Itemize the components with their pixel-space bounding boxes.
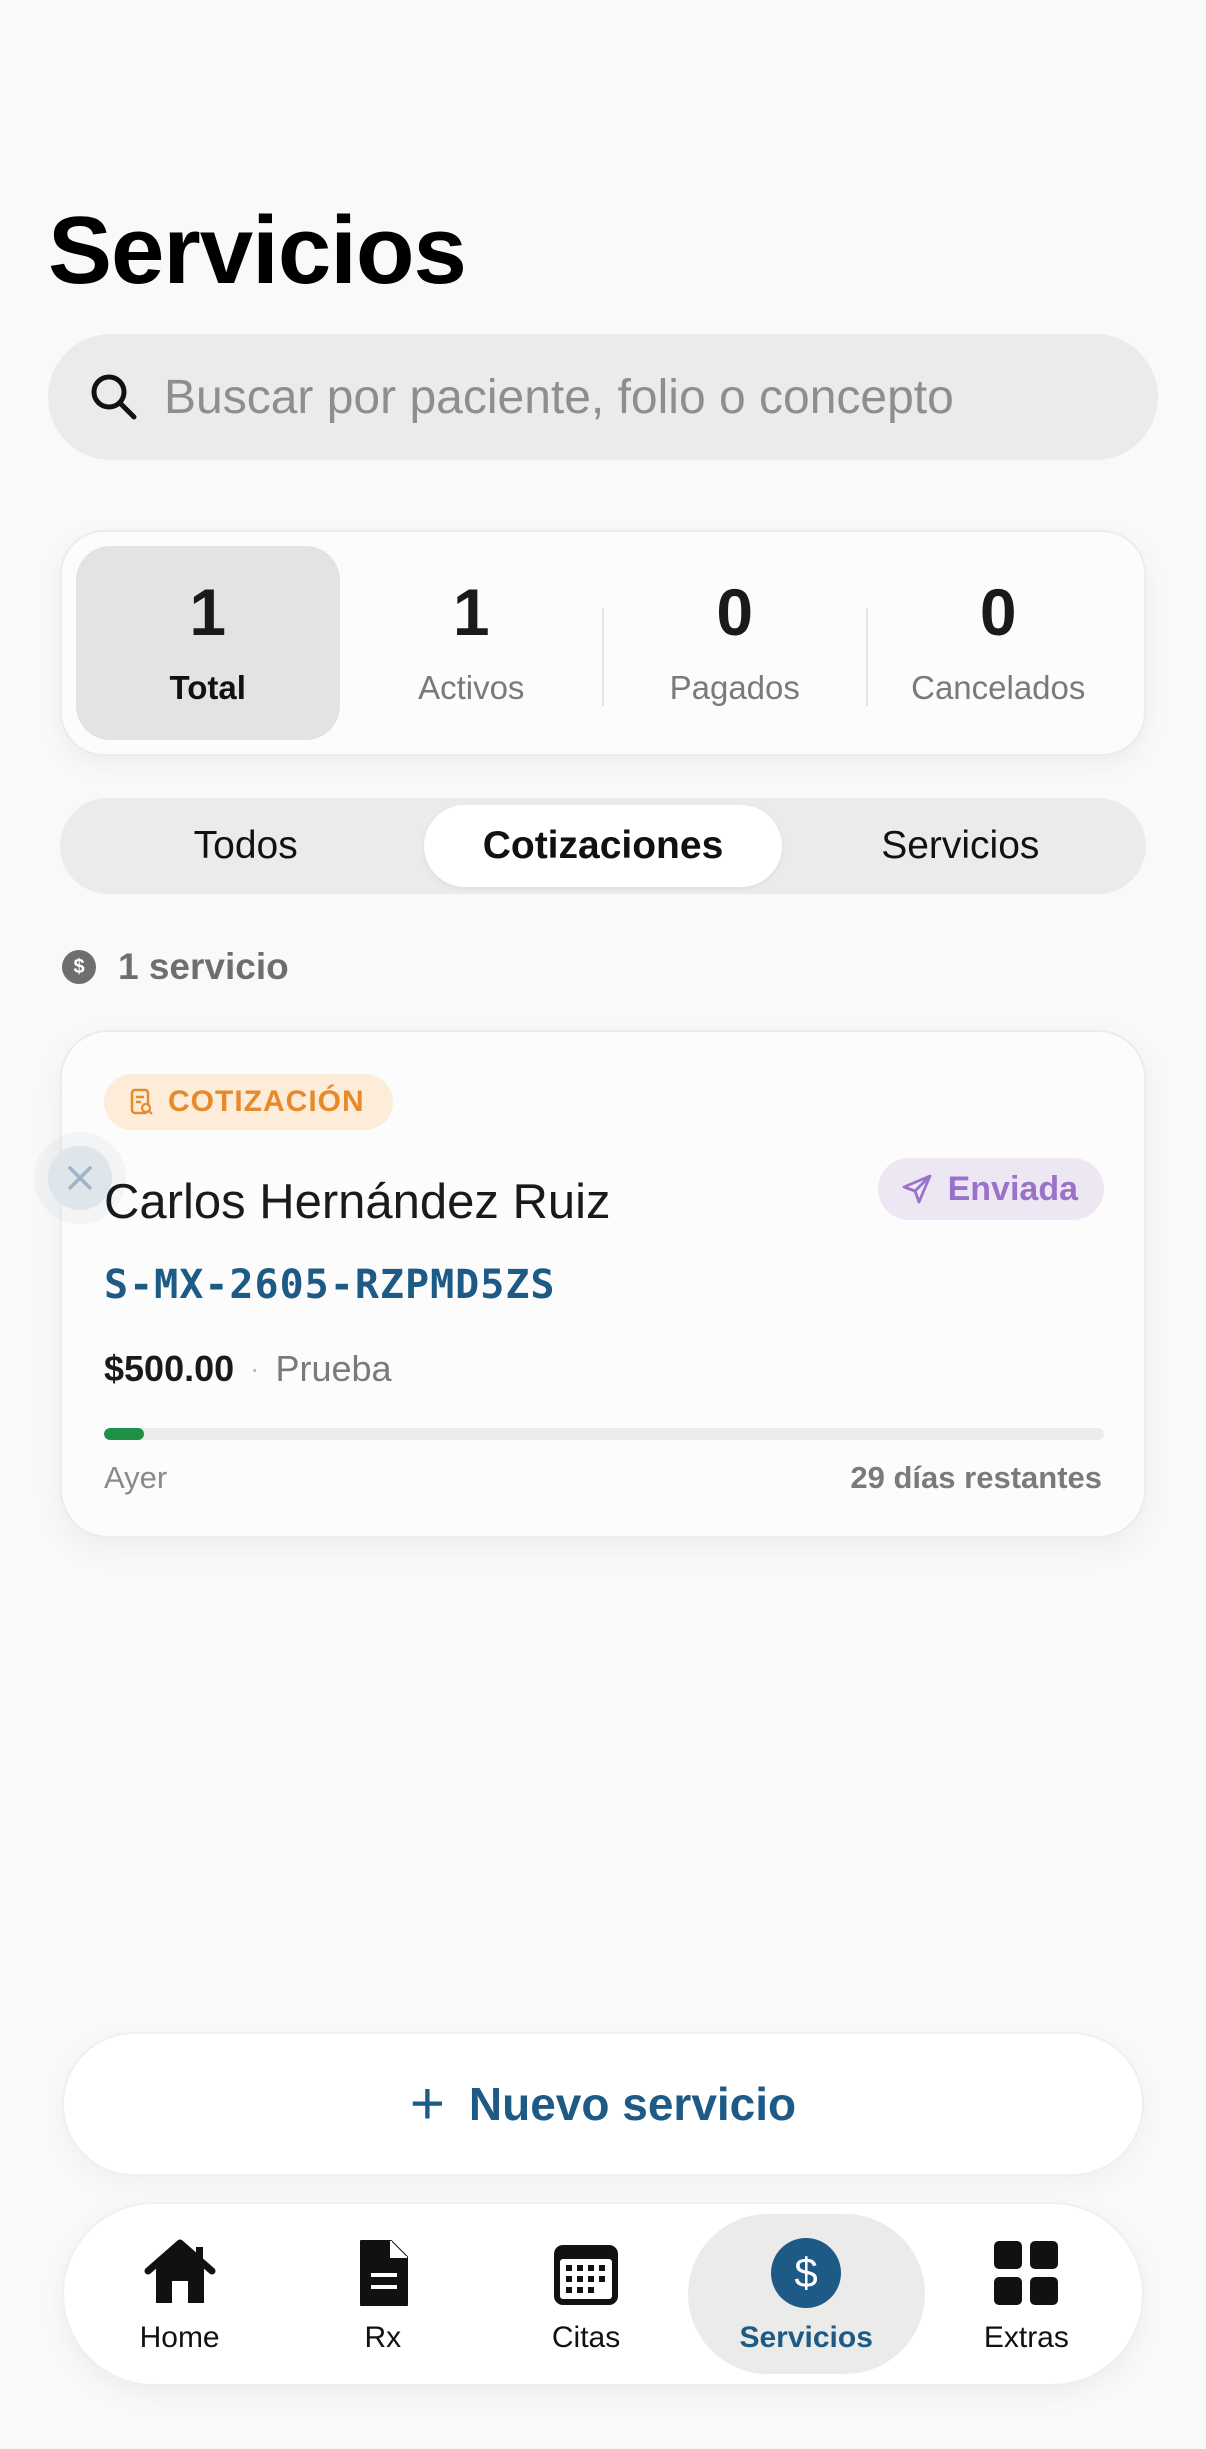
grid-icon [986, 2233, 1066, 2313]
stat-pagados-value: 0 [716, 575, 754, 649]
patient-name: Carlos Hernández Ruiz [104, 1175, 611, 1229]
plus-icon: + [409, 2070, 445, 2137]
stat-cancelados[interactable]: 0 Cancelados [865, 546, 1131, 740]
filter-segmented-control: Todos Cotizaciones Servicios [60, 798, 1146, 894]
dollar-icon: $ [766, 2233, 846, 2313]
stat-total-value: 1 [189, 575, 227, 649]
page-title: Servicios [48, 197, 467, 304]
svg-text:$: $ [795, 2249, 818, 2296]
search-input[interactable] [164, 369, 1084, 425]
separator: · [250, 1353, 260, 1384]
segment-servicios[interactable]: Servicios [782, 805, 1139, 887]
stat-pagados-label: Pagados [669, 669, 800, 706]
dismiss-button[interactable] [34, 1132, 126, 1224]
segment-todos[interactable]: Todos [67, 805, 424, 887]
tab-citas-label: Citas [551, 2321, 621, 2354]
stat-cancelados-value: 0 [979, 575, 1017, 649]
tab-rx[interactable]: Rx [281, 2214, 484, 2374]
concept: Prueba [275, 1348, 392, 1389]
folio-code: S-MX-2605-RZPMD5ZS [104, 1262, 556, 1308]
stat-total-label: Total [169, 669, 246, 706]
search-bar[interactable] [48, 334, 1158, 460]
result-count: $ 1 servicio [62, 946, 289, 988]
new-service-label: Nuevo servicio [468, 2078, 797, 2130]
result-count-label: 1 servicio [118, 946, 289, 987]
stat-activos[interactable]: 1 Activos [340, 546, 604, 740]
search-icon [86, 369, 142, 425]
tab-home-label: Home [139, 2321, 220, 2354]
status-label: Enviada [947, 1169, 1078, 1208]
status-badge: Enviada [877, 1158, 1104, 1220]
tab-citas[interactable]: Citas [484, 2214, 687, 2374]
tab-servicios[interactable]: $ Servicios [687, 2214, 925, 2374]
tab-servicios-label: Servicios [739, 2321, 873, 2354]
receipt-icon [126, 1087, 156, 1117]
home-icon [140, 2233, 220, 2313]
price-row: $500.00 · Prueba [104, 1348, 392, 1390]
bottom-tab-bar: Home Rx Citas $ Servicios Extras [62, 2202, 1144, 2386]
validity-progress-bar [104, 1428, 1104, 1440]
close-icon [65, 1163, 95, 1193]
tab-extras-label: Extras [983, 2321, 1069, 2354]
dollar-icon: $ [62, 950, 96, 984]
stat-activos-value: 1 [452, 575, 490, 649]
stat-pagados[interactable]: 0 Pagados [602, 546, 867, 740]
new-service-button[interactable]: + Nuevo servicio [62, 2032, 1144, 2176]
amount: $500.00 [104, 1348, 235, 1389]
created-date: Ayer [104, 1460, 168, 1495]
type-badge-label: COTIZACIÓN [168, 1085, 365, 1118]
remaining-days: 29 días restantes [850, 1460, 1102, 1495]
tab-rx-label: Rx [364, 2321, 402, 2354]
send-icon [900, 1172, 934, 1206]
stat-activos-label: Activos [418, 669, 525, 706]
document-icon [343, 2233, 423, 2313]
stat-cancelados-label: Cancelados [911, 669, 1086, 706]
tab-extras[interactable]: Extras [925, 2214, 1128, 2374]
tab-home[interactable]: Home [78, 2214, 281, 2374]
segment-cotizaciones[interactable]: Cotizaciones [424, 805, 782, 887]
stats-summary: 1 Total 1 Activos 0 Pagados 0 Cancelados [60, 530, 1146, 756]
stat-total[interactable]: 1 Total [76, 546, 340, 740]
type-badge: COTIZACIÓN [104, 1074, 393, 1130]
service-card[interactable]: COTIZACIÓN Carlos Hernández Ruiz Enviada… [34, 1030, 1146, 1538]
calendar-icon [546, 2233, 626, 2313]
progress-fill [104, 1428, 144, 1440]
